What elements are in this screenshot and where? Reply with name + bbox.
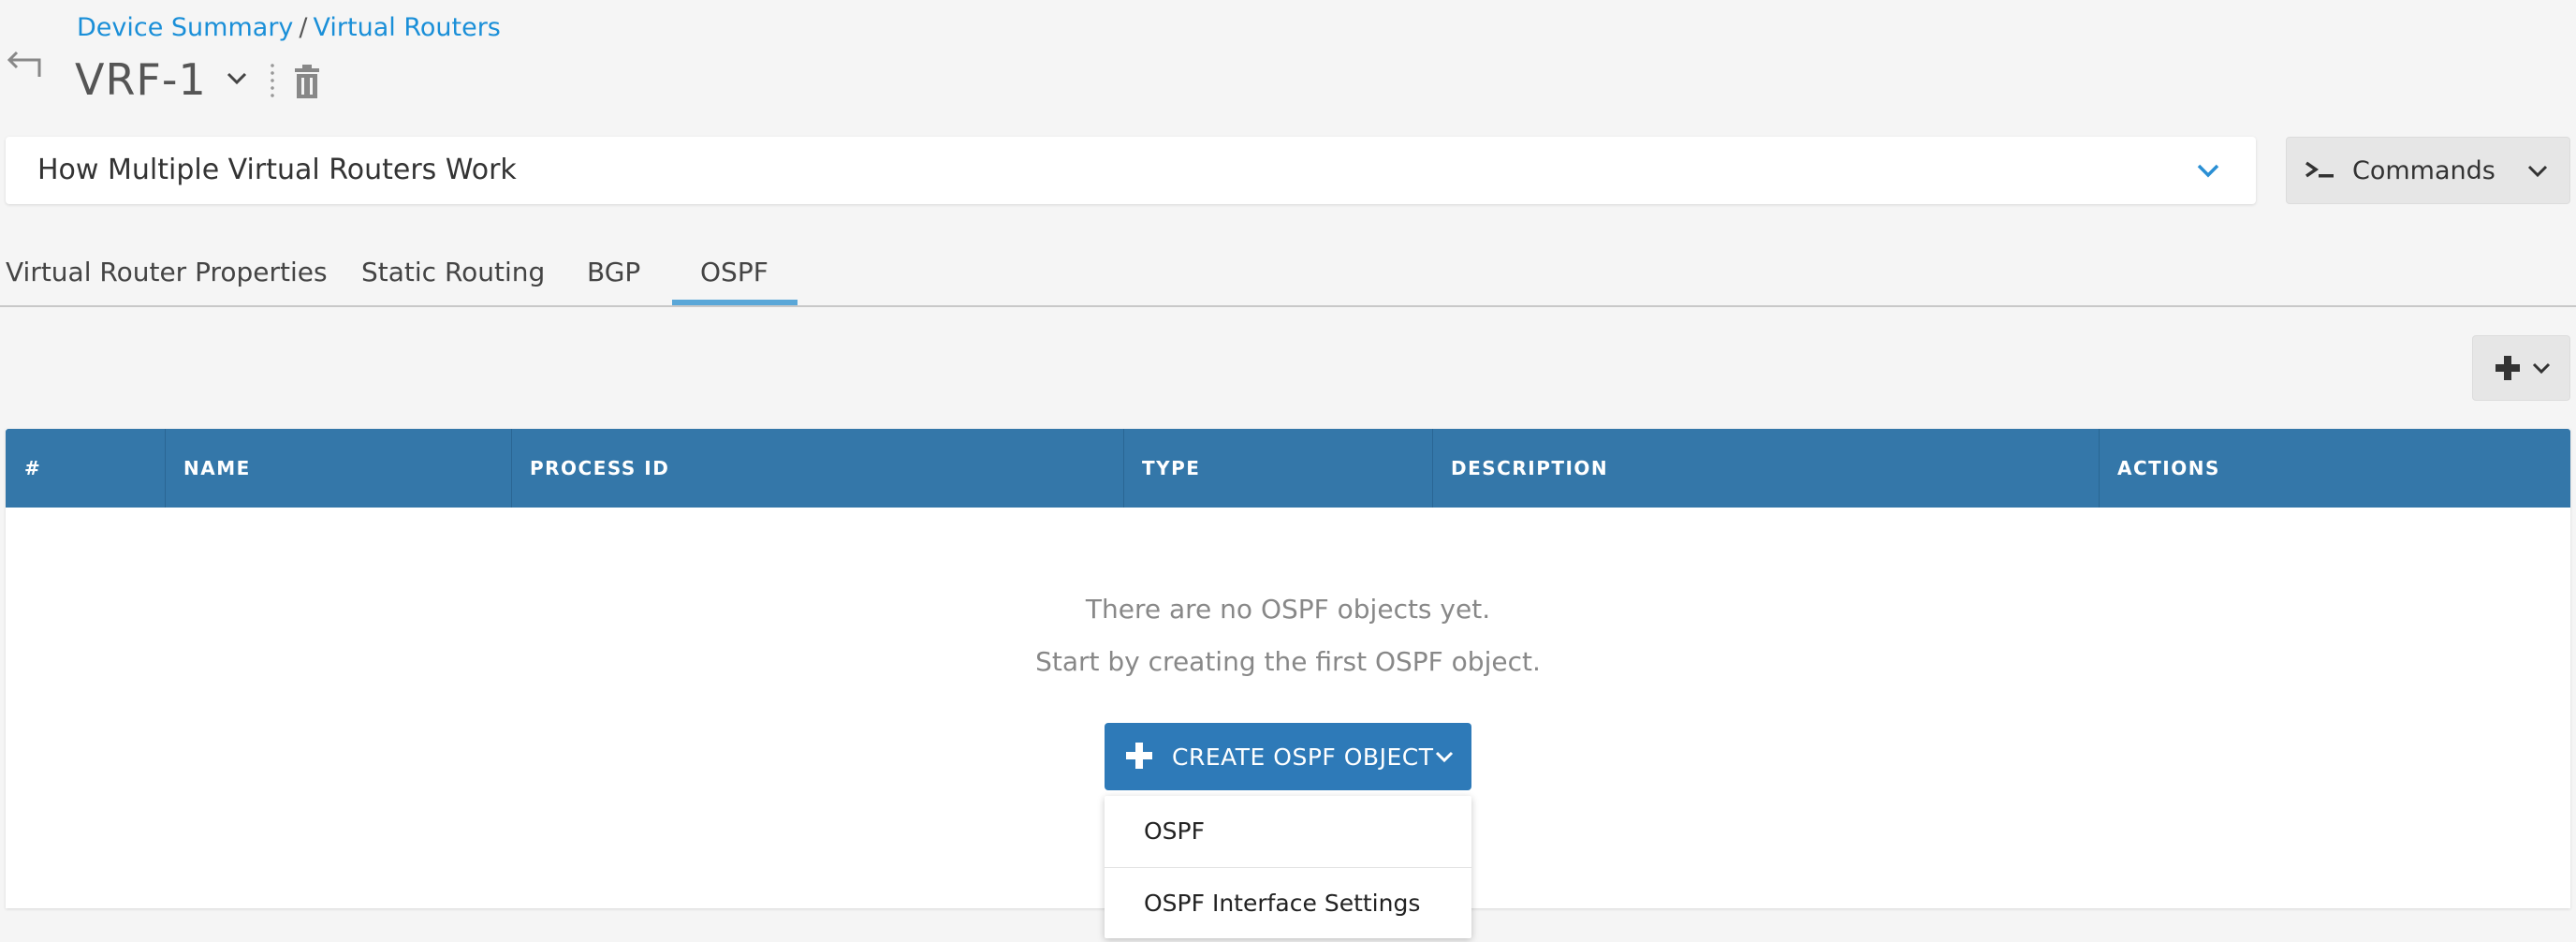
tab-static-routing[interactable]: Static Routing — [361, 257, 545, 287]
breadcrumb: Device Summary / Virtual Routers — [77, 13, 501, 42]
title-divider — [271, 62, 274, 101]
create-ospf-object-label: CREATE OSPF OBJECT — [1172, 743, 1434, 771]
chevron-down-icon — [2196, 161, 2220, 180]
column-header-type[interactable]: TYPE — [1123, 429, 1432, 508]
back-arrow-icon[interactable] — [6, 49, 45, 81]
chevron-down-icon — [2531, 361, 2552, 377]
commands-button[interactable]: Commands — [2286, 137, 2570, 204]
plus-icon — [2494, 354, 2522, 382]
breadcrumb-virtual-routers[interactable]: Virtual Routers — [314, 13, 501, 42]
terminal-icon — [2304, 158, 2337, 184]
column-header-description[interactable]: DESCRIPTION — [1432, 429, 2099, 508]
menu-item-ospf[interactable]: OSPF — [1105, 796, 1471, 867]
column-header-process-id[interactable]: PROCESS ID — [511, 429, 1123, 508]
tab-virtual-router-properties[interactable]: Virtual Router Properties — [6, 257, 328, 287]
column-header-number: # — [24, 457, 42, 479]
breadcrumb-separator: / — [299, 13, 308, 42]
tab-bgp[interactable]: BGP — [587, 257, 640, 287]
chevron-down-icon — [2526, 162, 2549, 181]
page-title: VRF-1 — [75, 54, 207, 105]
column-header-name[interactable]: NAME — [165, 429, 511, 508]
tab-bar: Virtual Router Properties Static Routing… — [0, 253, 2576, 307]
help-accordion-label: How Multiple Virtual Routers Work — [37, 154, 517, 186]
trash-icon[interactable] — [292, 64, 322, 99]
create-ospf-object-button[interactable]: CREATE OSPF OBJECT — [1105, 723, 1471, 790]
menu-item-ospf-interface-settings[interactable]: OSPF Interface Settings — [1105, 868, 1471, 939]
breadcrumb-device-summary[interactable]: Device Summary — [77, 13, 293, 42]
create-ospf-dropdown-menu: OSPF OSPF Interface Settings — [1105, 796, 1471, 938]
table-header: # NAME PROCESS ID TYPE DESCRIPTION ACTIO… — [6, 429, 2570, 508]
column-header-actions: ACTIONS — [2117, 457, 2220, 479]
empty-state-hint: Start by creating the first OSPF object. — [1035, 646, 1541, 677]
help-accordion[interactable]: How Multiple Virtual Routers Work — [6, 137, 2256, 204]
chevron-down-icon[interactable] — [225, 69, 249, 88]
active-tab-indicator — [672, 300, 798, 305]
commands-label: Commands — [2352, 156, 2496, 185]
tab-ospf[interactable]: OSPF — [700, 257, 768, 287]
empty-state-message: There are no OSPF objects yet. — [1085, 594, 1491, 625]
plus-icon — [1125, 742, 1153, 770]
chevron-down-icon — [1434, 749, 1455, 766]
add-object-button[interactable] — [2472, 335, 2570, 401]
